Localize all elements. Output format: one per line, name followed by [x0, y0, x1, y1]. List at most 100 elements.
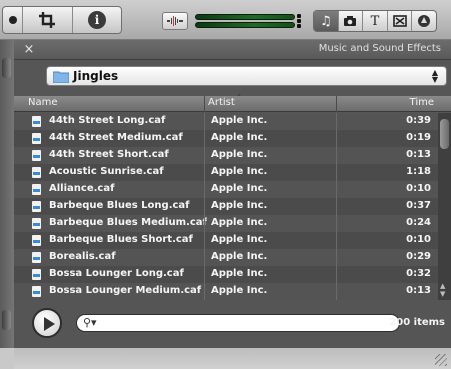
cell-artist: Apple Inc. — [211, 200, 268, 211]
panel-title: Music and Sound Effects — [318, 43, 441, 54]
top-toolbar: i ♫ T — [0, 0, 451, 40]
cell-time: 0:37 — [406, 200, 431, 211]
cell-name: Barbeque Blues Medium.caf — [49, 217, 207, 228]
playback-controls: ⚲▾ 200 items — [14, 300, 451, 348]
tab-effects[interactable] — [412, 11, 436, 31]
window-left-edge — [0, 40, 14, 348]
scroll-arrows-icon[interactable]: ▲ ▼ — [440, 282, 445, 298]
media-browser-tabs: ♫ T — [313, 10, 437, 32]
source-popup[interactable]: Jingles ▲ ▼ — [46, 66, 447, 86]
table-row[interactable]: 44th Street Medium.caf Apple Inc. 0:19 — [14, 130, 438, 147]
effects-icon — [418, 15, 431, 27]
table-header: Name Artist Time — [14, 96, 451, 112]
cell-artist: Apple Inc. — [211, 149, 268, 160]
column-header-artist[interactable]: Artist — [208, 97, 235, 108]
music-note-icon: ♫ — [319, 13, 332, 29]
camera-icon — [344, 16, 357, 26]
tab-transitions[interactable] — [388, 11, 413, 31]
audio-file-icon — [32, 116, 41, 127]
column-divider[interactable] — [336, 96, 337, 112]
cell-artist: Apple Inc. — [211, 268, 268, 279]
edit-tools-segment: i — [2, 6, 122, 34]
audio-adjust-button[interactable] — [162, 12, 188, 30]
search-input[interactable] — [103, 317, 393, 330]
table-row[interactable]: Barbeque Blues Short.caf Apple Inc. 0:10 — [14, 232, 438, 249]
cell-name: Acoustic Sunrise.caf — [49, 166, 164, 177]
cell-artist: Apple Inc. — [211, 183, 268, 194]
tab-titles[interactable]: T — [363, 11, 388, 31]
info-icon: i — [88, 11, 106, 29]
audio-file-icon — [32, 218, 41, 229]
play-button[interactable] — [32, 308, 62, 338]
meter-peak-marker — [297, 24, 301, 28]
crop-icon — [38, 12, 55, 28]
cell-name: Barbeque Blues Short.caf — [49, 234, 193, 245]
cell-time: 0:29 — [406, 251, 431, 262]
info-button[interactable]: i — [73, 7, 121, 33]
window-footer — [14, 348, 451, 369]
cell-name: Bossa Lounger Medium.caf — [49, 285, 202, 296]
cell-time: 0:10 — [406, 183, 431, 194]
tab-music[interactable]: ♫ — [314, 11, 339, 31]
folder-icon — [53, 71, 69, 83]
song-list: 44th Street Long.caf Apple Inc. 0:39 44t… — [14, 113, 451, 300]
cell-name: Bossa Lounger Long.caf — [49, 268, 184, 279]
column-header-time[interactable]: Time — [410, 97, 434, 108]
cell-artist: Apple Inc. — [211, 234, 268, 245]
cell-time: 0:32 — [406, 268, 431, 279]
meter-peak-marker — [297, 14, 301, 18]
cell-time: 0:19 — [406, 132, 431, 143]
item-count: 200 items — [389, 317, 445, 328]
cell-time: 0:39 — [406, 115, 431, 126]
audio-file-icon — [32, 201, 41, 212]
cell-time: 0:13 — [406, 285, 431, 296]
cell-artist: Apple Inc. — [211, 166, 268, 177]
cell-time: 0:13 — [406, 149, 431, 160]
drag-handle[interactable] — [2, 58, 11, 78]
source-label: Jingles — [73, 69, 119, 83]
search-field[interactable]: ⚲▾ — [76, 314, 400, 332]
table-row[interactable]: Alliance.caf Apple Inc. 0:10 — [14, 181, 438, 198]
cell-artist: Apple Inc. — [211, 285, 268, 296]
audio-file-icon — [32, 184, 41, 195]
column-line — [204, 113, 205, 300]
dot-button[interactable] — [3, 7, 23, 33]
audio-file-icon — [32, 252, 41, 263]
scrollbar-thumb[interactable] — [440, 119, 449, 149]
cell-name: 44th Street Medium.caf — [49, 132, 183, 143]
dot-icon — [8, 16, 17, 24]
audio-file-icon — [32, 150, 41, 161]
cell-name: Borealis.caf — [49, 251, 116, 262]
audio-waveform-icon — [167, 16, 183, 26]
cell-time: 0:10 — [406, 234, 431, 245]
table-row[interactable]: Bossa Lounger Long.caf Apple Inc. 0:32 — [14, 266, 438, 283]
popup-stepper-icon: ▲ ▼ — [431, 68, 439, 84]
audio-file-icon — [32, 286, 41, 297]
crop-button[interactable] — [23, 7, 73, 33]
table-row[interactable]: Barbeque Blues Long.caf Apple Inc. 0:37 — [14, 198, 438, 215]
cell-artist: Apple Inc. — [211, 217, 268, 228]
panel-header: × Music and Sound Effects — [14, 40, 451, 60]
meter-peak-marker — [297, 19, 301, 23]
vertical-scrollbar[interactable]: ▲ ▼ — [438, 113, 451, 300]
cell-artist: Apple Inc. — [211, 251, 268, 262]
table-row[interactable]: 44th Street Short.caf Apple Inc. 0:13 — [14, 147, 438, 164]
tab-photos[interactable] — [339, 11, 364, 31]
close-button[interactable]: × — [20, 41, 38, 59]
table-row[interactable]: Acoustic Sunrise.caf Apple Inc. 1:18 — [14, 164, 438, 181]
column-divider[interactable] — [204, 96, 205, 112]
meter-bar-right — [195, 22, 295, 28]
table-row[interactable]: Borealis.caf Apple Inc. 0:29 — [14, 249, 438, 266]
close-icon: × — [23, 42, 35, 57]
table-row[interactable]: 44th Street Long.caf Apple Inc. 0:39 — [14, 113, 438, 130]
table-row[interactable]: Bossa Lounger Medium.caf Apple Inc. 0:13 — [14, 283, 438, 300]
volume-meter — [195, 12, 305, 30]
audio-file-icon — [32, 167, 41, 178]
cell-name: 44th Street Short.caf — [49, 149, 169, 160]
cell-artist: Apple Inc. — [211, 115, 268, 126]
resize-grip-icon[interactable] — [435, 354, 447, 366]
drag-handle[interactable] — [2, 310, 11, 330]
column-header-name[interactable]: Name — [28, 97, 58, 108]
table-row[interactable]: Barbeque Blues Medium.caf Apple Inc. 0:2… — [14, 215, 438, 232]
cell-artist: Apple Inc. — [211, 132, 268, 143]
